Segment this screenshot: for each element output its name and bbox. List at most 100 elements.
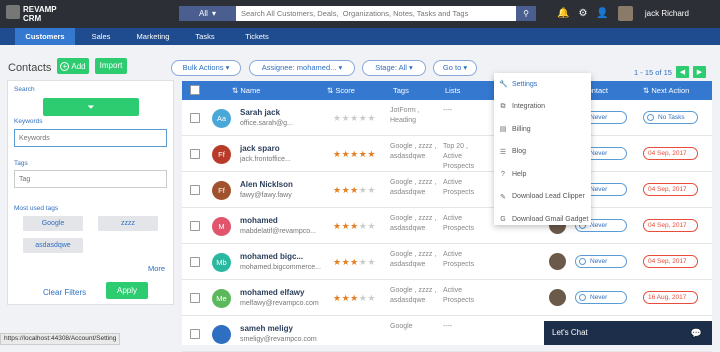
assignee-dropdown[interactable]: Assignee: mohamed... ▾ <box>249 60 355 76</box>
next-action-badge[interactable]: 04 Sep, 2017 <box>643 255 698 268</box>
logo[interactable]: REVAMP CRM <box>6 5 57 23</box>
menu-item-blog[interactable]: ☰ Blog <box>494 141 591 164</box>
tag-chip-google[interactable]: Google <box>23 216 83 231</box>
star-icon[interactable]: ★ <box>350 293 359 303</box>
next-action-badge[interactable]: 04 Sep, 2017 <box>643 183 698 196</box>
star-icon[interactable]: ★ <box>367 113 376 123</box>
star-icon[interactable]: ★ <box>333 221 342 231</box>
score-stars: ★★★★★ <box>333 257 376 268</box>
menu-item-integration[interactable]: ⧉ Integration <box>494 96 591 119</box>
score-column-header[interactable]: ⇅ Score <box>327 81 355 100</box>
menu-item-download-gmail-gadget[interactable]: G Download Gmail Gadget <box>494 208 591 231</box>
add-contact-button[interactable]: + Add <box>57 58 89 74</box>
user-name[interactable]: jack Richard <box>645 9 689 18</box>
header-icons: 🔔 ⚙ 👤 jack Richard <box>557 6 689 21</box>
nav-tickets[interactable]: Tickets <box>231 28 283 45</box>
select-all-checkbox[interactable] <box>190 85 200 95</box>
contact-initials-avatar: Ff <box>212 145 231 164</box>
chat-widget[interactable]: Let's Chat 💬 <box>544 321 712 345</box>
goto-dropdown[interactable]: Go to ▾ <box>433 60 477 76</box>
add-user-icon[interactable]: 👤 <box>596 8 608 19</box>
menu-item-help[interactable]: ? Help <box>494 163 591 186</box>
contact-name-link[interactable]: Alen Nicklson <box>240 180 293 189</box>
search-input[interactable] <box>236 6 516 21</box>
star-icon[interactable]: ★ <box>342 257 351 267</box>
owner-avatar <box>549 253 566 270</box>
next-action-badge[interactable]: No Tasks <box>643 111 698 124</box>
bulk-actions-dropdown[interactable]: Bulk Actions ▾ <box>171 60 241 76</box>
table-row[interactable]: Me mohamed elfawy melfawy@revampco.com ★★★★… <box>182 280 712 316</box>
stage-dropdown[interactable]: Stage: All ▾ <box>362 60 426 76</box>
star-icon[interactable]: ★ <box>342 185 351 195</box>
score-stars: ★★★★★ <box>333 185 376 196</box>
next-action-badge[interactable]: 16 Aug, 2017 <box>643 291 698 304</box>
tag-chip-zzzz[interactable]: zzzz <box>98 216 158 231</box>
menu-item-download-lead-clipper[interactable]: ✎ Download Lead Clipper <box>494 186 591 209</box>
tag-input[interactable] <box>14 170 167 188</box>
star-icon[interactable]: ★ <box>350 113 359 123</box>
star-icon[interactable]: ★ <box>342 113 351 123</box>
apply-button[interactable]: Apply <box>106 282 148 299</box>
star-icon[interactable]: ★ <box>342 149 351 159</box>
star-icon[interactable]: ★ <box>350 149 359 159</box>
nav-tasks[interactable]: Tasks <box>179 28 231 45</box>
next-action-column-header[interactable]: ⇅ Next Action <box>643 81 689 100</box>
star-icon[interactable]: ★ <box>350 185 359 195</box>
user-avatar[interactable] <box>617 6 633 21</box>
import-button[interactable]: Import <box>95 58 127 74</box>
contact-name-link[interactable]: jack sparo <box>240 144 280 153</box>
star-icon[interactable]: ★ <box>333 185 342 195</box>
row-checkbox[interactable] <box>190 113 200 123</box>
table-row[interactable]: Ff Alen Nicklson fawy@fawy.fawy ★★★★★ Google… <box>182 172 712 208</box>
table-row[interactable]: Aa Sarah jack office.sarah@g... ★★★★★ JotFor… <box>182 100 712 136</box>
star-icon[interactable]: ★ <box>367 293 376 303</box>
row-checkbox[interactable] <box>190 221 200 231</box>
next-action-badge[interactable]: 04 Sep, 2017 <box>643 219 698 232</box>
contact-name-link[interactable]: mohamed bigc... <box>240 252 303 261</box>
bell-icon[interactable]: 🔔 <box>557 8 569 19</box>
star-icon[interactable]: ★ <box>342 293 351 303</box>
tag-chip-asdasdqwe[interactable]: asdasdqwe <box>23 238 83 253</box>
row-checkbox[interactable] <box>190 149 200 159</box>
star-icon[interactable]: ★ <box>333 293 342 303</box>
row-checkbox[interactable] <box>190 257 200 267</box>
keywords-input[interactable] <box>14 129 167 147</box>
menu-item-settings[interactable]: 🔧 Settings <box>494 73 591 96</box>
search-scope-dropdown[interactable]: All ▾ <box>179 6 236 21</box>
star-icon[interactable]: ★ <box>367 149 376 159</box>
table-row[interactable]: Ff jack sparo jack.frontoffice... ★★★★★ Goog… <box>182 136 712 172</box>
star-icon[interactable]: ★ <box>333 113 342 123</box>
contact-name-link[interactable]: mohamed <box>240 216 278 225</box>
table-row[interactable]: Mb mohamed bigc... mohamed.bigcommerce... ★… <box>182 244 712 280</box>
name-column-header[interactable]: ⇅ Name <box>232 81 260 100</box>
prev-page-icon[interactable]: ◀ <box>675 66 689 78</box>
star-icon[interactable]: ★ <box>350 257 359 267</box>
contact-name-link[interactable]: sameh meligy <box>240 324 293 333</box>
gear-icon[interactable]: ⚙ <box>578 8 587 19</box>
star-icon[interactable]: ★ <box>350 221 359 231</box>
search-button[interactable]: ⚲ <box>516 6 536 21</box>
filter-button[interactable]: ⏷ <box>43 98 139 116</box>
menu-item-billing[interactable]: ▤ Billing <box>494 118 591 141</box>
table-row[interactable]: Mmohamed mabdelatif@revampco... ★★★★★ Googl… <box>182 208 712 244</box>
row-checkbox[interactable] <box>190 329 200 339</box>
rss-icon: ☰ <box>499 148 507 156</box>
row-checkbox[interactable] <box>190 185 200 195</box>
next-page-icon[interactable]: ▶ <box>692 66 706 78</box>
nav-marketing[interactable]: Marketing <box>127 28 179 45</box>
star-icon[interactable]: ★ <box>333 257 342 267</box>
star-icon[interactable]: ★ <box>333 149 342 159</box>
nav-customers[interactable]: Customers <box>15 28 75 45</box>
nav-sales[interactable]: Sales <box>75 28 127 45</box>
star-icon[interactable]: ★ <box>342 221 351 231</box>
star-icon[interactable]: ★ <box>367 221 376 231</box>
row-checkbox[interactable] <box>190 293 200 303</box>
clear-filters-link[interactable]: Clear Filters <box>43 288 86 297</box>
star-icon[interactable]: ★ <box>367 257 376 267</box>
contact-name-link[interactable]: Sarah jack <box>240 108 280 117</box>
contact-name-link[interactable]: mohamed elfawy <box>240 288 304 297</box>
more-tags-link[interactable]: More <box>148 264 165 273</box>
star-icon[interactable]: ★ <box>367 185 376 195</box>
settings-dropdown-menu: 🔧 Settings ⧉ Integration ▤ Billing ☰ Blog? Help ✎… <box>494 73 591 225</box>
next-action-badge[interactable]: 04 Sep, 2017 <box>643 147 698 160</box>
